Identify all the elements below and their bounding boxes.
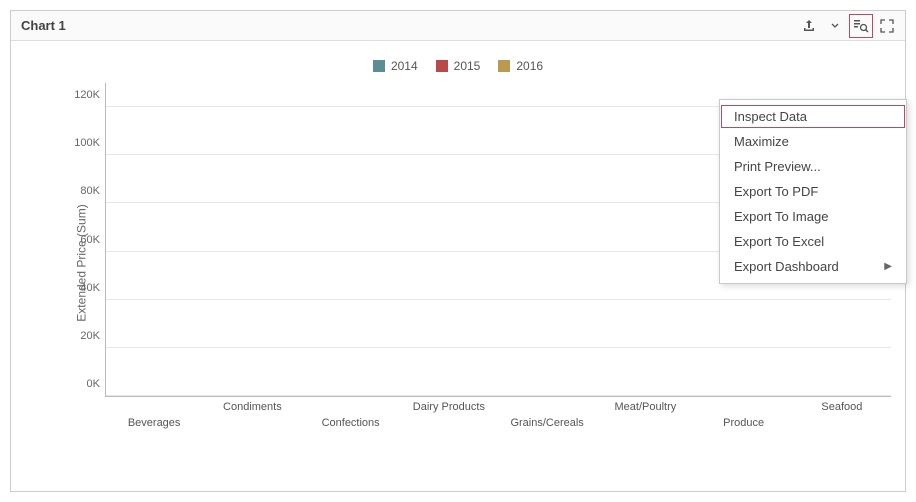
legend-item[interactable]: 2014 <box>373 59 418 73</box>
category-label: Confections <box>322 417 380 429</box>
export-icon <box>801 18 817 34</box>
menu-item-label: Inspect Data <box>734 109 807 124</box>
menu-item-export-dashboard[interactable]: Export Dashboard ▶ <box>720 254 906 279</box>
y-tick-label: 20K <box>80 330 100 342</box>
y-tick-label: 120K <box>74 89 100 101</box>
y-tick-label: 100K <box>74 137 100 149</box>
context-menu: Inspect Data Maximize Print Preview... Expo… <box>719 99 907 284</box>
maximize-icon <box>879 18 895 34</box>
legend-swatch <box>373 60 385 72</box>
y-axis-label: Extended Price (Sum) <box>75 204 89 321</box>
legend-label: 2014 <box>391 59 418 73</box>
menu-item-label: Export To PDF <box>734 184 818 199</box>
grid-line <box>106 395 891 396</box>
category-label: Beverages <box>128 417 181 429</box>
menu-item-inspect-data[interactable]: Inspect Data <box>720 104 906 129</box>
panel-header: Chart 1 <box>11 11 905 41</box>
category-label: Grains/Cereals <box>510 417 583 429</box>
grid-line <box>106 299 891 300</box>
category-label: Dairy Products <box>413 401 485 413</box>
category-label: Produce <box>723 417 764 429</box>
grid-line <box>106 347 891 348</box>
y-tick-label: 80K <box>80 185 100 197</box>
category-labels: Beverages Condiments Confections Dairy Prod… <box>105 397 891 443</box>
menu-item-export-to-image[interactable]: Export To Image <box>720 204 906 229</box>
chevron-right-icon: ▶ <box>884 261 892 272</box>
menu-item-label: Export Dashboard <box>734 259 839 274</box>
menu-item-label: Export To Image <box>734 209 828 224</box>
legend: 2014 2015 2016 <box>15 59 901 73</box>
legend-label: 2016 <box>516 59 543 73</box>
maximize-button[interactable] <box>875 14 899 38</box>
legend-swatch <box>498 60 510 72</box>
category-label: Seafood <box>821 401 862 413</box>
panel-toolbar <box>797 14 899 38</box>
legend-swatch <box>436 60 448 72</box>
category-label: Meat/Poultry <box>615 401 677 413</box>
panel-title: Chart 1 <box>21 18 797 33</box>
chevron-down-icon <box>831 18 839 34</box>
legend-label: 2015 <box>454 59 481 73</box>
menu-item-label: Print Preview... <box>734 159 821 174</box>
y-tick-label: 0K <box>87 378 100 390</box>
menu-item-export-to-pdf[interactable]: Export To PDF <box>720 179 906 204</box>
category-label: Condiments <box>223 401 282 413</box>
export-dropdown-button[interactable] <box>823 14 847 38</box>
y-tick-label: 60K <box>80 234 100 246</box>
menu-item-label: Export To Excel <box>734 234 824 249</box>
legend-item[interactable]: 2015 <box>436 59 481 73</box>
menu-item-maximize[interactable]: Maximize <box>720 129 906 154</box>
menu-item-export-to-excel[interactable]: Export To Excel <box>720 229 906 254</box>
legend-item[interactable]: 2016 <box>498 59 543 73</box>
menu-item-label: Maximize <box>734 134 789 149</box>
y-tick-label: 40K <box>80 282 100 294</box>
chart-panel: Chart 1 <box>10 10 906 492</box>
inspect-data-button[interactable] <box>849 14 873 38</box>
inspect-data-icon <box>853 18 869 34</box>
menu-item-print-preview[interactable]: Print Preview... <box>720 154 906 179</box>
export-button[interactable] <box>797 14 821 38</box>
